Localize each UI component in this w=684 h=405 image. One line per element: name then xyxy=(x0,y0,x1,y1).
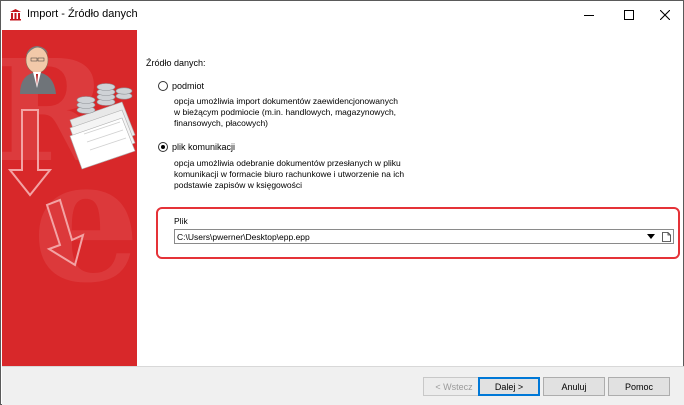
file-path-input[interactable] xyxy=(177,230,647,243)
minimize-icon xyxy=(584,14,594,16)
description-line: opcja umożliwia import dokumentów zaewid… xyxy=(174,96,398,106)
radio-plik-komunikacji[interactable] xyxy=(158,142,168,152)
description-line: opcja umożliwia odebranie dokumentów prz… xyxy=(174,158,401,168)
wizard-footer: < Wstecz Dalej > Anuluj Pomoc xyxy=(2,366,684,405)
radio-label-podmiot[interactable]: podmiot xyxy=(172,81,204,91)
file-path-combobox[interactable] xyxy=(174,229,674,244)
description-line: komunikacji w formacie biuro rachunkowe … xyxy=(174,169,405,179)
dropdown-arrow-icon[interactable] xyxy=(647,234,655,239)
section-label: Źródło danych: xyxy=(146,58,206,68)
maximize-button[interactable] xyxy=(611,1,647,29)
wizard-content: Źródło danych: podmiot opcja umożliwia i… xyxy=(137,30,683,366)
minimize-button[interactable] xyxy=(571,1,607,29)
import-dialog: Import - Źródło danych R e Źródło danych… xyxy=(0,0,684,405)
maximize-icon xyxy=(624,10,634,20)
window-title: Import - Źródło danych xyxy=(27,8,138,20)
wizard-illustration: R e xyxy=(2,30,137,321)
close-icon xyxy=(660,10,670,20)
browse-file-icon[interactable] xyxy=(662,232,671,242)
title-bar[interactable]: Import - Źródło danych xyxy=(1,1,683,29)
file-label: Plik xyxy=(174,216,188,226)
plik-komunikacji-description: opcja umożliwia odebranie dokumentów prz… xyxy=(174,158,424,191)
description-line: w bieżącym podmiocie (m.in. handlowych, … xyxy=(174,107,397,117)
radio-label-plik-komunikacji[interactable]: plik komunikacji xyxy=(172,142,235,152)
description-line: podstawie zapisów w księgowości xyxy=(174,180,303,190)
description-line: finansowych, płacowych) xyxy=(174,118,269,128)
next-button[interactable]: Dalej > xyxy=(478,377,540,396)
wizard-sidebar-banner: R e xyxy=(2,30,137,366)
radio-podmiot[interactable] xyxy=(158,81,168,91)
cancel-button[interactable]: Anuluj xyxy=(543,377,605,396)
back-button[interactable]: < Wstecz xyxy=(423,377,485,396)
app-icon xyxy=(10,9,21,21)
close-button[interactable] xyxy=(647,1,683,29)
help-button[interactable]: Pomoc xyxy=(608,377,670,396)
podmiot-description: opcja umożliwia import dokumentów zaewid… xyxy=(174,96,424,129)
